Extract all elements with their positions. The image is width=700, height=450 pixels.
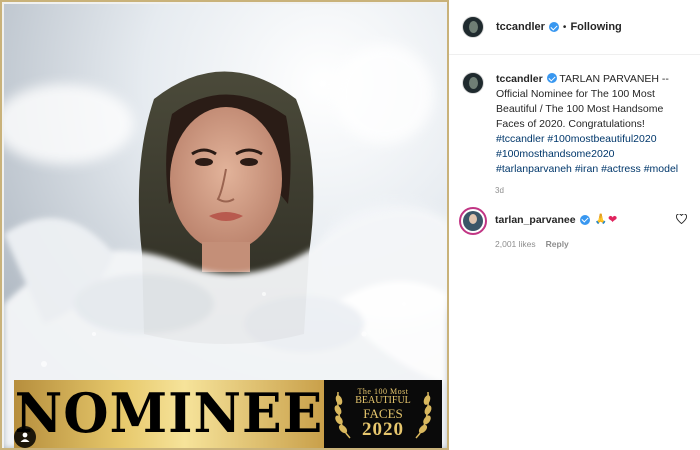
commenter-username[interactable]: tarlan_parvanee [495, 214, 576, 226]
banner-gold-panel: NOMINEE [14, 380, 324, 448]
award-text: The 100 Most BEAUTIFUL FACES 2020 [355, 387, 411, 441]
separator-dot: • [562, 21, 567, 33]
caption-block: tccandler TARLAN PARVANEH -- Official No… [449, 55, 700, 177]
award-badge: The 100 Most BEAUTIFUL FACES 2020 [324, 380, 442, 448]
award-line-4: 2020 [362, 419, 404, 441]
comment-body: tarlan_parvanee 🙏 ❤ 2,001 likes Reply [495, 213, 670, 250]
hashtag[interactable]: #tarlanparvaneh [496, 163, 572, 175]
verified-badge-icon [546, 73, 557, 83]
hashtag[interactable]: #100mosthandsome2020 [496, 148, 615, 160]
caption-text: tccandler TARLAN PARVANEH -- Official No… [496, 72, 686, 177]
caption-author-avatar[interactable] [462, 72, 484, 94]
comment-meta: 2,001 likes Reply [495, 239, 670, 249]
post-details-panel: tccandler • Following tccandler TARLAN P… [449, 0, 700, 450]
hashtag[interactable]: #100mostbeautiful2020 [547, 133, 656, 145]
commenter-avatar-image [463, 211, 483, 231]
comment-likes[interactable]: 2,001 likes [495, 239, 536, 249]
post-age[interactable]: 3d [495, 186, 700, 195]
heart-outline-icon[interactable] [676, 213, 687, 227]
nominee-banner: NOMINEE The 100 Most BEAUTIFUL FACES 202… [14, 380, 442, 448]
author-avatar[interactable] [462, 16, 484, 38]
hashtag[interactable]: #actress [601, 163, 641, 175]
reply-button[interactable]: Reply [546, 239, 569, 249]
following-button[interactable]: Following [570, 21, 621, 33]
award-line-3: FACES [363, 405, 403, 421]
post-header: tccandler • Following [449, 0, 700, 55]
post-photo[interactable]: NOMINEE The 100 Most BEAUTIFUL FACES 202… [4, 4, 447, 448]
hashtag[interactable]: #tccandler [496, 133, 544, 145]
comment-emoji: 🙏 [594, 214, 607, 225]
red-heart-emoji: ❤ [608, 214, 618, 226]
laurel-right-icon [415, 391, 432, 439]
verified-badge-icon [579, 214, 590, 225]
user-tag-icon [20, 432, 30, 442]
caption-username[interactable]: tccandler [496, 73, 543, 85]
hashtag[interactable]: #iran [575, 163, 598, 175]
commenter-avatar[interactable] [459, 207, 487, 235]
author-username[interactable]: tccandler [496, 21, 545, 33]
banner-word: NOMINEE [14, 381, 324, 446]
hashtag[interactable]: #model [644, 163, 678, 175]
user-tag-button[interactable] [14, 426, 36, 448]
comment-row: tarlan_parvanee 🙏 ❤ 2,001 likes Reply [449, 195, 700, 249]
comment-line: tarlan_parvanee 🙏 ❤ [495, 213, 670, 227]
laurel-left-icon [334, 391, 351, 439]
post-image-frame[interactable]: NOMINEE The 100 Most BEAUTIFUL FACES 202… [0, 0, 449, 450]
verified-badge-icon [548, 22, 559, 32]
